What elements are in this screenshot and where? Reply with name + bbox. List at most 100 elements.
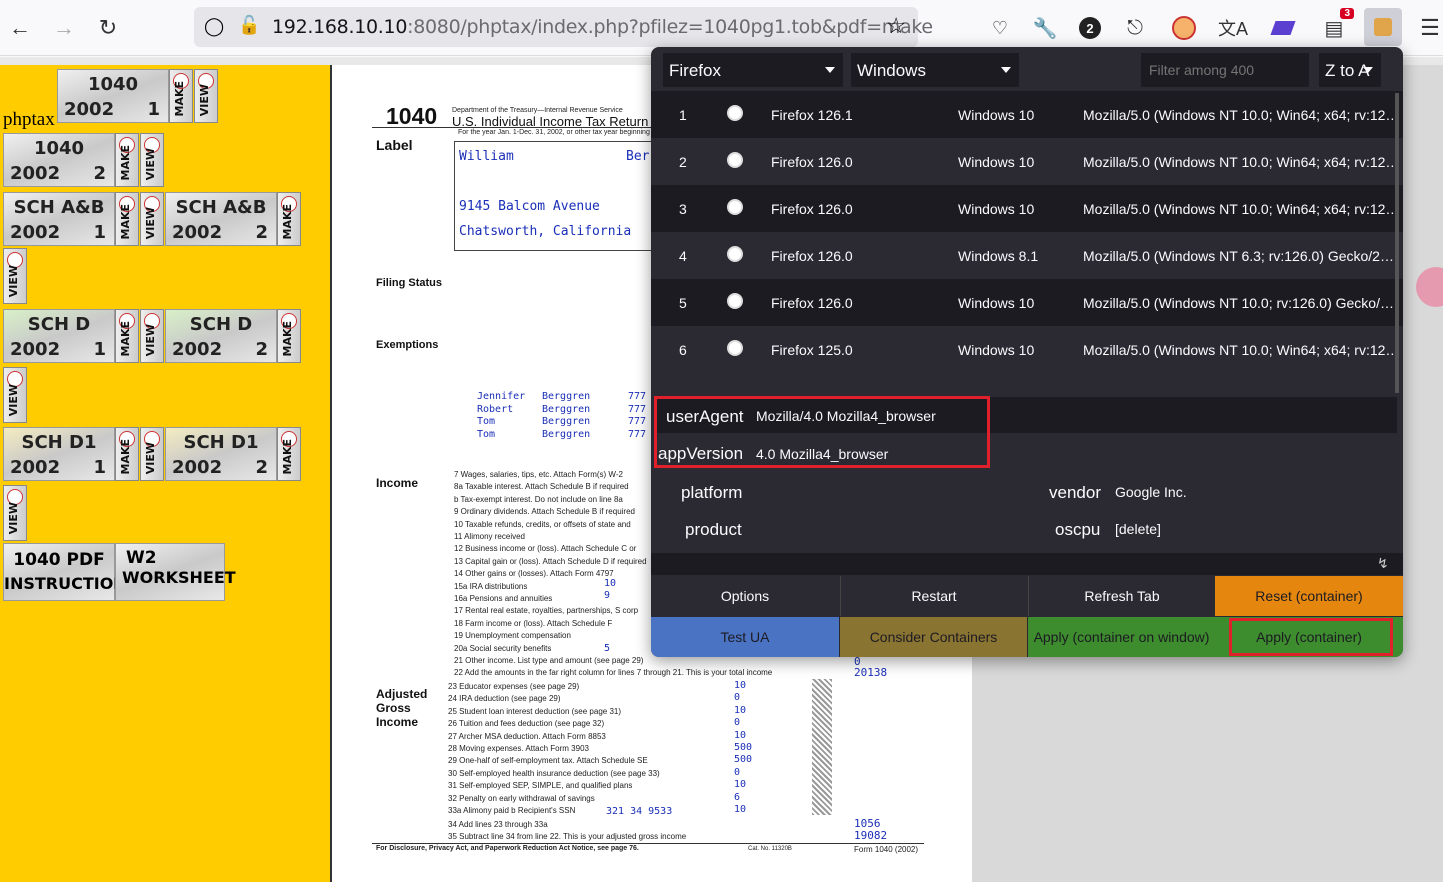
consider-containers-button[interactable]: Consider Containers [840, 617, 1027, 657]
back-icon[interactable]: ← [2, 10, 38, 46]
make-button[interactable]: MAKE [115, 427, 139, 481]
tile-sch-d1-page1[interactable]: SCH D1 2002 1 [3, 427, 115, 481]
dependent-ssn: 777 [628, 391, 647, 402]
tile-sch-ab-page2[interactable]: SCH A&B 2002 2 [165, 192, 277, 246]
income-heading: Income [376, 476, 419, 490]
ua-scrollbar[interactable] [1395, 93, 1399, 393]
view-button[interactable]: VIEW [140, 192, 164, 246]
footer-strip [651, 553, 1403, 575]
ua-row[interactable]: 4 Firefox 126.0 Windows 8.1 Mozilla/5.0 (Wi… [651, 232, 1403, 279]
restart-button[interactable]: Restart [840, 576, 1027, 616]
tile-sch-d1-page2[interactable]: SCH D1 2002 2 [165, 427, 277, 481]
view-button[interactable]: VIEW [194, 69, 218, 123]
ua-row-radio[interactable] [727, 199, 743, 215]
agi-line-value: 0 [734, 766, 741, 778]
tile-sch-d-page2[interactable]: SCH D 2002 2 [165, 309, 277, 363]
translate-icon[interactable]: 文A [1215, 10, 1251, 46]
ua-row-radio[interactable] [727, 340, 743, 356]
ua-row-browser: Firefox 125.0 [771, 342, 853, 358]
income-line: 13 Capital gain or (loss). Attach Schedu… [454, 556, 647, 566]
extensions-puzzle-icon[interactable]: ⎋ [1117, 10, 1153, 46]
tile-1040-page2[interactable]: 1040 2002 2 [3, 133, 115, 187]
forward-icon[interactable]: → [46, 10, 82, 46]
income-line: 7 Wages, salaries, tips, etc. Attach For… [454, 470, 623, 479]
ua-row[interactable]: 1 Firefox 126.1 Windows 10 Mozilla/5.0 (Win… [651, 91, 1403, 138]
ua-row-radio[interactable] [727, 152, 743, 168]
filing-status-heading: Filing Status [376, 277, 442, 289]
agi-line-value: 6 [734, 791, 741, 803]
useragent-switcher-icon[interactable] [1364, 8, 1402, 46]
income-line: 8a Taxable interest. Attach Schedule B i… [454, 482, 629, 492]
income-line: b Tax-exempt interest. Do not include on… [454, 494, 623, 504]
ua-row-useragent: Mozilla/5.0 (Windows NT 6.3; rv:126.0) G… [1083, 248, 1394, 264]
agi-line: 26 Tuition and fees deduction (see page … [448, 719, 605, 729]
view-button[interactable]: VIEW [140, 427, 164, 481]
make-button[interactable]: MAKE [277, 309, 301, 363]
view-button[interactable]: VIEW [140, 309, 164, 363]
vendor-label: vendor [1049, 483, 1101, 502]
instructions-button[interactable]: 1040 PDF INSTRUCTIONS [3, 543, 138, 601]
make-button[interactable]: MAKE [115, 133, 139, 187]
options-button[interactable]: Options [651, 576, 839, 616]
view-button[interactable]: VIEW [140, 133, 164, 187]
ua-row[interactable]: 6 Firefox 125.0 Windows 10 Mozilla/5.0 (Win… [651, 326, 1403, 373]
make-button[interactable]: MAKE [115, 192, 139, 246]
apply-container-window-button[interactable]: Apply (container on window) [1028, 617, 1215, 657]
make-button[interactable]: MAKE [277, 427, 301, 481]
refresh-tab-button[interactable]: Refresh Tab [1028, 576, 1215, 616]
menu-hamburger-icon[interactable]: ☰ [1412, 10, 1443, 46]
counter-badge-icon[interactable]: ▤ 3 [1316, 8, 1354, 46]
income-line: 22 Add the amounts in the far right colu… [454, 668, 773, 678]
dependent-first: Tom [477, 416, 496, 427]
line20a-value: 5 [604, 643, 611, 654]
w2-worksheet-button[interactable]: W2 WORKSHEET [115, 543, 236, 601]
browser-select[interactable]: Firefox [663, 53, 843, 87]
worksheet-line2: WORKSHEET [122, 568, 236, 587]
ua-row[interactable]: 2 Firefox 126.0 Windows 10 Mozilla/5.0 (Win… [651, 138, 1403, 185]
reload-icon[interactable]: ↻ [90, 10, 126, 46]
tile-sch-ab-page1[interactable]: SCH A&B 2002 1 [3, 192, 115, 246]
agi-heading-3: Income [376, 715, 419, 729]
wrench-icon[interactable]: 🔧 [1027, 10, 1063, 46]
chevron-down-icon [1363, 67, 1373, 73]
lightning-icon[interactable]: ↯ [1377, 555, 1389, 572]
url-bar[interactable]: ◯ 🔓 192.168.10.10:8080/phptax/index.php?… [194, 7, 933, 47]
ua-row-useragent: Mozilla/5.0 (Windows NT 10.0; rv:126.0) … [1083, 295, 1394, 311]
url-text[interactable]: 192.168.10.10:8080/phptax/index.php?pfil… [272, 16, 933, 38]
view-button[interactable]: VIEW [3, 367, 27, 423]
income-line: 19 Unemployment compensation [454, 631, 571, 641]
make-button[interactable]: MAKE [277, 192, 301, 246]
ublock-icon[interactable] [1166, 10, 1202, 46]
make-button[interactable]: MAKE [115, 309, 139, 363]
view-button[interactable]: VIEW [3, 485, 27, 541]
ua-row[interactable]: 3 Firefox 126.0 Windows 10 Mozilla/5.0 (Win… [651, 185, 1403, 232]
tile-1040-page1[interactable]: 1040 2002 1 [57, 69, 169, 123]
os-select[interactable]: Windows [851, 53, 1019, 87]
notification-badge-icon[interactable]: 2 [1072, 10, 1108, 46]
vendor-value[interactable]: Google Inc. [1115, 484, 1187, 500]
tile-sch-d-page1[interactable]: SCH D 2002 1 [3, 309, 115, 363]
ua-row-radio[interactable] [727, 293, 743, 309]
exemptions-heading: Exemptions [376, 339, 439, 351]
ua-row-radio[interactable] [727, 105, 743, 121]
make-button[interactable]: MAKE [169, 69, 193, 123]
sort-select[interactable]: Z to A [1319, 53, 1381, 87]
ua-row-useragent: Mozilla/5.0 (Windows NT 10.0; Win64; x64… [1083, 107, 1395, 123]
agi-line: 23 Educator expenses (see page 29) [448, 682, 580, 691]
ua-row[interactable]: 5 Firefox 126.0 Windows 10 Mozilla/5.0 (Win… [651, 279, 1403, 326]
platform-label: platform [681, 483, 743, 502]
pocket-icon[interactable]: ♡ [982, 10, 1018, 46]
view-button[interactable]: VIEW [3, 248, 27, 304]
test-ua-button[interactable]: Test UA [651, 617, 839, 657]
oscpu-value[interactable]: [delete] [1115, 521, 1161, 537]
filter-input[interactable] [1141, 53, 1309, 87]
bookmark-star-icon[interactable]: ☆ [886, 13, 906, 39]
insecure-lock-icon[interactable]: 🔓 [238, 15, 260, 36]
line16a-value: 9 [604, 590, 611, 601]
reset-container-button[interactable]: Reset (container) [1215, 576, 1403, 616]
layers-icon[interactable] [1265, 10, 1301, 46]
income-line: 11 Alimony received [454, 532, 525, 541]
ua-row-radio[interactable] [727, 246, 743, 262]
shield-icon[interactable]: ◯ [204, 16, 224, 37]
apply-highlight-box [1229, 618, 1393, 656]
